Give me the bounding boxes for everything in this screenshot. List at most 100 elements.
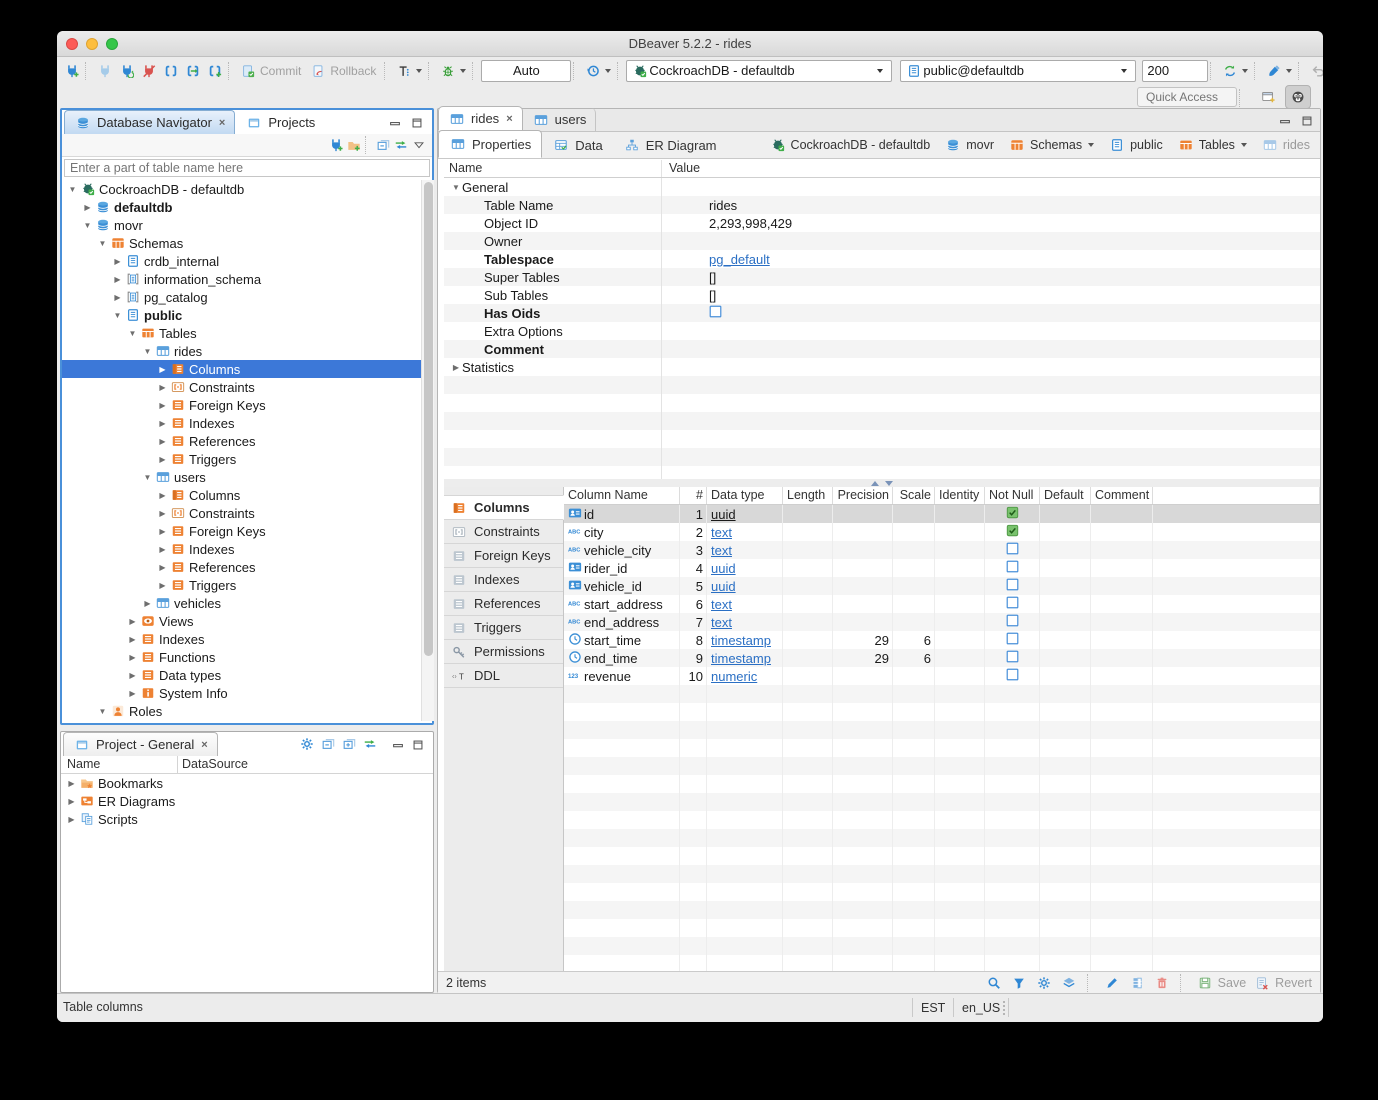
tree-item-system-info[interactable]: ▶System Info xyxy=(62,684,421,702)
commit-mode-select[interactable]: Auto xyxy=(481,60,571,82)
transaction-log-icon[interactable] xyxy=(393,60,415,82)
header-value[interactable]: Value xyxy=(669,161,700,175)
subtab-properties[interactable]: Properties xyxy=(438,130,542,158)
side-tab-constraints[interactable]: Constraints xyxy=(444,520,563,544)
expander-icon[interactable]: ▶ xyxy=(156,383,169,392)
minimize-panel-icon[interactable] xyxy=(386,114,404,132)
column-divider[interactable] xyxy=(661,160,662,177)
rollback-label[interactable]: Rollback xyxy=(330,64,376,78)
data-type-link[interactable]: uuid xyxy=(711,561,736,576)
edit-icon[interactable] xyxy=(1103,974,1121,992)
column-row-vehicle_id[interactable]: vehicle_id5uuid xyxy=(564,577,1320,595)
not-null-checkbox[interactable] xyxy=(1006,560,1019,576)
delete-icon[interactable] xyxy=(1153,974,1171,992)
locale-indicator[interactable]: en_US xyxy=(954,998,1009,1017)
columns-icon[interactable] xyxy=(1128,974,1146,992)
expander-icon[interactable]: ▶ xyxy=(126,635,139,644)
tree-item-foreign-keys[interactable]: ▶Foreign Keys xyxy=(62,396,421,414)
side-tab-permissions[interactable]: Permissions xyxy=(444,640,563,664)
tree-item-indexes[interactable]: ▶Indexes xyxy=(62,630,421,648)
expander-icon[interactable]: ▶ xyxy=(81,203,94,212)
expander-icon[interactable]: ▶ xyxy=(156,581,169,590)
tab-database-navigator[interactable]: Database Navigator × xyxy=(64,110,235,134)
close-icon[interactable]: × xyxy=(506,113,512,125)
splitter-up-icon[interactable] xyxy=(871,481,879,486)
side-tab-references[interactable]: References xyxy=(444,592,563,616)
rollback-icon[interactable] xyxy=(307,60,329,82)
minimize-editor-icon[interactable] xyxy=(1276,112,1294,130)
tree-item-schemas[interactable]: ▼Schemas xyxy=(62,234,421,252)
maximize-panel-icon[interactable] xyxy=(409,736,427,754)
project-item-scripts[interactable]: ▶Scripts xyxy=(61,810,433,828)
breadcrumb-item-cockroachdb-defaultdb[interactable]: CockroachDB - defaultdb xyxy=(769,136,931,154)
minimize-panel-icon[interactable] xyxy=(389,736,407,754)
tree-item-pg-catalog[interactable]: ▶pg_catalog xyxy=(62,288,421,306)
tree-item-columns[interactable]: ▶Columns xyxy=(62,486,421,504)
tab-project-general[interactable]: Project - General × xyxy=(63,732,218,756)
expander-icon[interactable]: ▶ xyxy=(156,455,169,464)
column-row-vehicle_city[interactable]: ABCvehicle_city3text xyxy=(564,541,1320,559)
editor-tab-rides[interactable]: rides× xyxy=(438,106,523,131)
settings-icon[interactable] xyxy=(298,735,316,753)
data-type-link[interactable]: uuid xyxy=(711,507,736,522)
data-type-link[interactable]: timestamp xyxy=(711,633,771,648)
column-row-end_address[interactable]: ABCend_address7text xyxy=(564,613,1320,631)
property-value-cell[interactable]: pg_default xyxy=(701,252,770,267)
subtab-data[interactable]: Data xyxy=(542,132,612,158)
tree-item-roles[interactable]: ▼Roles xyxy=(62,702,421,720)
project-item-bookmarks[interactable]: ▶Bookmarks xyxy=(61,774,433,792)
collapse-all-icon[interactable] xyxy=(319,735,337,753)
tree-item-references[interactable]: ▶References xyxy=(62,558,421,576)
history-dropdown-caret[interactable] xyxy=(605,69,611,73)
maximize-panel-icon[interactable] xyxy=(408,114,426,132)
expander-icon[interactable]: ▶ xyxy=(156,545,169,554)
settings-icon[interactable] xyxy=(1035,974,1053,992)
expander-icon[interactable]: ▼ xyxy=(66,185,79,194)
collapse-all-icon[interactable] xyxy=(374,136,392,154)
expander-icon[interactable]: ▶ xyxy=(65,779,78,788)
expander-icon[interactable]: ▶ xyxy=(156,491,169,500)
tree-item-data-types[interactable]: ▶Data types xyxy=(62,666,421,684)
table-filter-input[interactable] xyxy=(64,159,430,177)
grid-header--[interactable]: # xyxy=(680,487,707,504)
tree-item-constraints[interactable]: ▶Constraints xyxy=(62,378,421,396)
not-null-checkbox[interactable] xyxy=(1006,632,1019,648)
property-row-table-name[interactable]: Table Namerides xyxy=(444,196,1320,214)
tree-item-views[interactable]: ▶Views xyxy=(62,612,421,630)
not-null-checkbox[interactable] xyxy=(1006,614,1019,630)
revert-icon[interactable] xyxy=(1253,974,1271,992)
breadcrumb-item-rides[interactable]: rides xyxy=(1261,136,1310,154)
data-type-link[interactable]: text xyxy=(711,615,732,630)
expander-icon[interactable]: ▶ xyxy=(156,437,169,446)
tree-item-crdb-internal[interactable]: ▶crdb_internal xyxy=(62,252,421,270)
property-value-link[interactable]: pg_default xyxy=(709,252,770,267)
link-with-editor-icon[interactable] xyxy=(392,136,410,154)
expander-icon[interactable]: ▶ xyxy=(111,293,124,302)
expander-icon[interactable]: ▶ xyxy=(156,401,169,410)
refresh-dropdown-caret[interactable] xyxy=(1242,69,1248,73)
column-row-city[interactable]: ABCcity2text xyxy=(564,523,1320,541)
column-row-revenue[interactable]: 123revenue10numeric xyxy=(564,667,1320,685)
breadcrumb-item-public[interactable]: public xyxy=(1108,136,1163,154)
grid-header-data-type[interactable]: Data type xyxy=(707,487,783,504)
not-null-checkbox[interactable] xyxy=(1006,578,1019,594)
property-row-owner[interactable]: Owner xyxy=(444,232,1320,250)
expander-icon[interactable]: ▶ xyxy=(156,365,169,374)
format-dropdown-caret[interactable] xyxy=(1286,69,1292,73)
column-header-datasource[interactable]: DataSource xyxy=(182,757,248,771)
column-row-start_time[interactable]: start_time8timestamp296 xyxy=(564,631,1320,649)
tree-item-vehicles[interactable]: ▶vehicles xyxy=(62,594,421,612)
sql-editor-icon[interactable] xyxy=(160,60,182,82)
expander-icon[interactable]: ▶ xyxy=(65,797,78,806)
column-row-start_address[interactable]: ABCstart_address6text xyxy=(564,595,1320,613)
property-row-extra-options[interactable]: Extra Options xyxy=(444,322,1320,340)
side-tab-foreign-keys[interactable]: Foreign Keys xyxy=(444,544,563,568)
data-type-link[interactable]: text xyxy=(711,597,732,612)
open-sql-script-icon[interactable] xyxy=(182,60,204,82)
connection-caret[interactable] xyxy=(877,69,883,73)
not-null-checkbox[interactable] xyxy=(1006,596,1019,612)
expander-icon[interactable]: ▶ xyxy=(126,689,139,698)
save-icon[interactable] xyxy=(1196,974,1214,992)
grid-header-comment[interactable]: Comment xyxy=(1091,487,1153,504)
compare-icon[interactable] xyxy=(1060,974,1078,992)
